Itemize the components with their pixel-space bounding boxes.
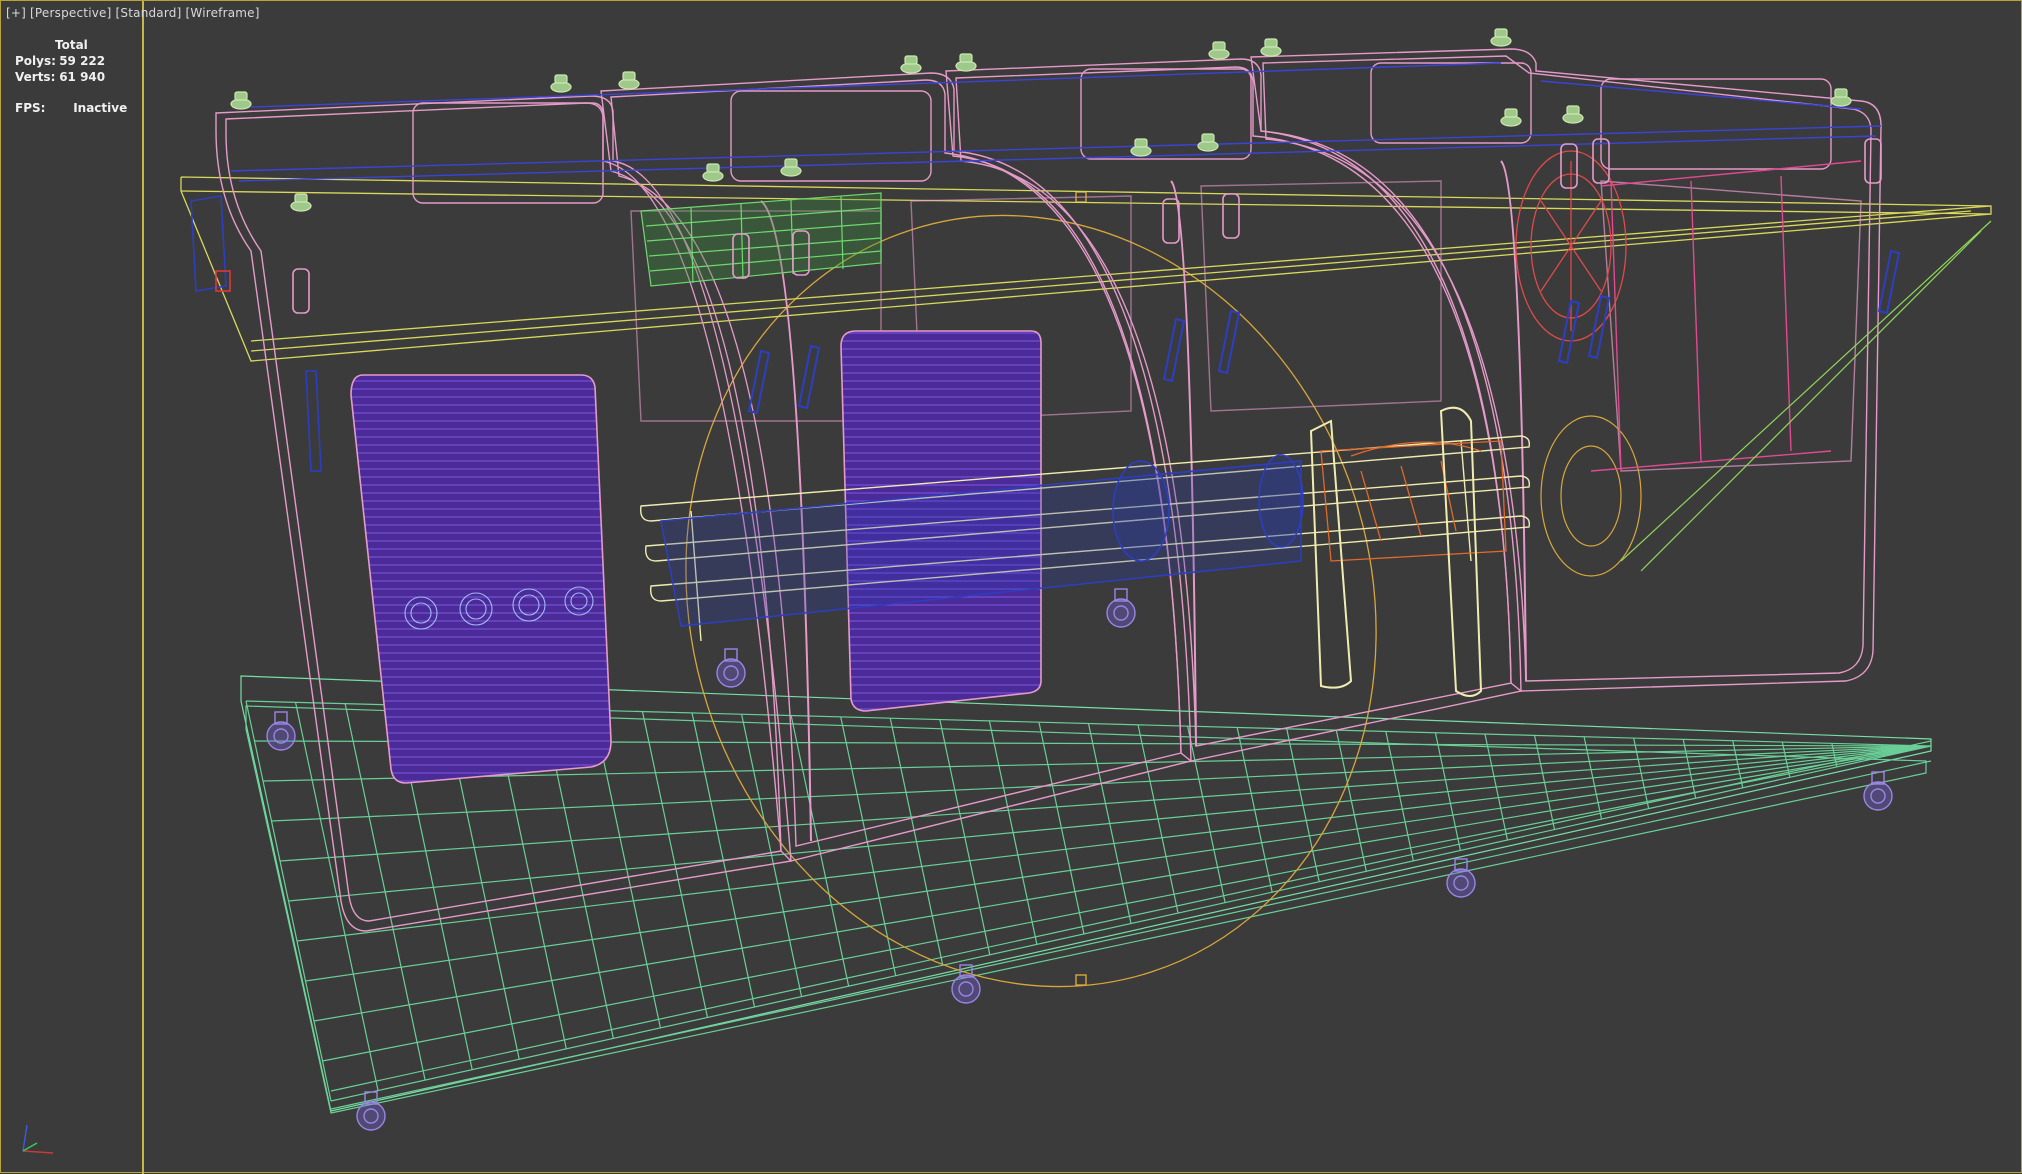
wireframe-scene[interactable] [1, 1, 2022, 1174]
grid-col-line [1137, 724, 1179, 914]
caster-wheel [1106, 598, 1136, 628]
fps-label: FPS: [15, 101, 46, 115]
latch [1162, 198, 1180, 244]
top-rail [180, 176, 1992, 362]
bolt-head [1566, 105, 1580, 115]
bolt-head [904, 55, 918, 65]
caster-wheel [356, 1101, 386, 1131]
grid-col-line [245, 700, 332, 1102]
grid-col-line [691, 712, 756, 1008]
bolt-head [1834, 88, 1848, 98]
grid-col-line [939, 719, 991, 955]
latch [1222, 193, 1240, 239]
door-panel-left [350, 374, 612, 784]
grid-col-line [1533, 735, 1556, 830]
shading-menu[interactable]: [Standard] [116, 6, 182, 20]
clamp [1877, 249, 1901, 315]
caster-wheel [1863, 781, 1893, 811]
grid-col-line [1335, 729, 1367, 872]
viewport-menu-button[interactable]: [+] [6, 6, 26, 20]
polys-label: Polys: [15, 54, 56, 68]
viewport-divider [142, 1, 144, 1174]
caster-wheel [266, 721, 296, 751]
bolt-head [1494, 28, 1508, 38]
polys-value: 59 222 [59, 54, 106, 68]
trajectory-handle-bottom [1075, 974, 1087, 986]
bolt-head [554, 74, 568, 84]
display-mode-menu[interactable]: [Wireframe] [186, 6, 260, 20]
bolt-head [234, 91, 248, 101]
bolt-head [1201, 133, 1215, 143]
grid-col-line [1385, 731, 1414, 861]
gear-wheel [1540, 415, 1642, 577]
bolt-head [294, 193, 308, 203]
bolt-head [1264, 38, 1278, 48]
grid-col-line [1286, 728, 1320, 882]
clamp [1557, 299, 1581, 365]
grid-col-line [988, 720, 1038, 945]
statistics-overlay: Total Polys: 59 222 Verts: 61 940 FPS: I… [15, 37, 127, 116]
verts-value: 61 940 [59, 70, 106, 84]
grid-col-line [1187, 726, 1226, 903]
clamp [797, 344, 821, 410]
clamp [1162, 317, 1186, 383]
clamp [1217, 309, 1241, 375]
bolt-head [959, 53, 973, 63]
bolt-head [1134, 138, 1148, 148]
view-type-menu[interactable]: [Perspective] [30, 6, 111, 20]
caster-wheel [716, 658, 746, 688]
grid-col-line [889, 718, 944, 966]
bolt-head [1504, 108, 1518, 118]
bolt-head [784, 158, 798, 168]
grid-col-line [790, 715, 850, 987]
left-edge-parts [190, 195, 322, 472]
grid-col-line [1434, 732, 1461, 851]
grid-col-line [1236, 727, 1273, 893]
right-frame [1590, 160, 1862, 472]
viewport-label: [+] [Perspective] [Standard] [Wireframe] [6, 6, 260, 20]
caster-wheel [1446, 868, 1476, 898]
latch [292, 268, 310, 314]
fps-row: FPS: Inactive [15, 100, 127, 116]
grid-col-line [294, 702, 379, 1091]
xyz-axis-icon [22, 1124, 54, 1154]
verts-label: Verts: [15, 70, 56, 84]
grid-col-line [1038, 722, 1085, 935]
stats-header: Total [55, 38, 88, 52]
caster-wheel [951, 974, 981, 1004]
bolt-head [622, 71, 636, 81]
grid-col-line [1087, 723, 1132, 924]
polys-row: Polys: 59 222 [15, 53, 127, 69]
fps-value: Inactive [73, 101, 128, 115]
bolt-head [1212, 41, 1226, 51]
top-bolts [230, 28, 1852, 212]
vent-grille [640, 192, 882, 287]
verts-row: Verts: 61 940 [15, 69, 127, 85]
latch [1864, 138, 1882, 184]
grid-col-line [1484, 733, 1509, 841]
right-strut [1620, 220, 1992, 572]
bolt-head [706, 163, 720, 173]
latches [292, 138, 1882, 314]
viewport-perspective[interactable]: [+] [Perspective] [Standard] [Wireframe]… [0, 0, 2022, 1174]
